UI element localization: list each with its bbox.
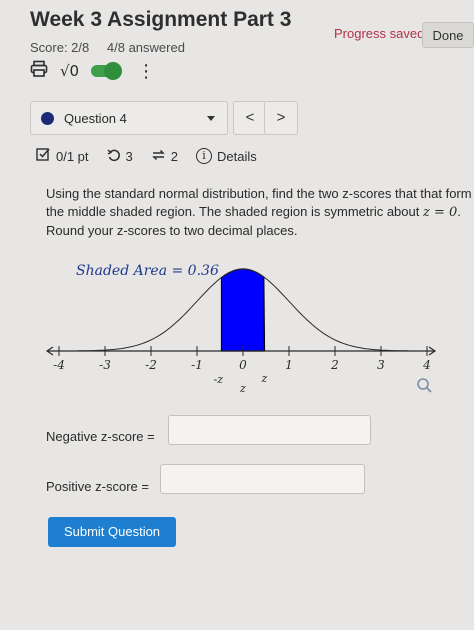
next-question-button[interactable]: > <box>264 101 298 135</box>
print-icon[interactable] <box>30 60 48 83</box>
done-button[interactable]: Done <box>422 22 474 48</box>
question-select[interactable]: Question 4 <box>30 101 228 135</box>
question-select-label: Question 4 <box>64 110 127 126</box>
details-link[interactable]: Details <box>217 149 257 164</box>
tick-labels: -4 -3 -2 -1 0 1 2 3 4 <box>53 358 431 372</box>
neg-z-label: -z <box>213 373 223 386</box>
question-meta: 0/1 pt 3 2 i Details <box>36 147 257 165</box>
math-expression: z = 0 <box>422 205 458 220</box>
tick-label: -4 <box>53 358 65 372</box>
center-z-label: z <box>239 382 246 395</box>
negative-z-input[interactable] <box>168 415 371 445</box>
tick-label: -3 <box>99 358 111 372</box>
info-icon[interactable]: i <box>196 148 212 164</box>
tick-label: -1 <box>191 358 203 372</box>
math-toggle[interactable] <box>91 62 123 80</box>
score-text: Score: 2/8 <box>30 40 90 55</box>
prev-question-button[interactable]: < <box>233 101 267 135</box>
tick-label: 4 <box>422 358 431 372</box>
sqrt-label: √0 <box>60 62 80 80</box>
page-title: Week 3 Assignment Part 3 <box>30 8 292 31</box>
question-status-dot <box>41 111 54 125</box>
tick-label: 0 <box>239 358 247 372</box>
submit-question-button[interactable]: Submit Question <box>48 517 176 547</box>
tick-label: 1 <box>285 358 293 372</box>
tick-label: -2 <box>145 358 157 372</box>
shaded-area-label: Shaded Area = 0.36 <box>76 263 219 279</box>
answered-count: 4/8 answered <box>106 40 185 55</box>
checkbox-edit-icon <box>36 147 51 165</box>
points-text: 0/1 pt <box>56 148 89 164</box>
normal-distribution-graph: -4 -3 -2 -1 0 1 2 3 4 Shaded Area = 0.36 -z z z <box>36 254 474 404</box>
score-line: Score: 2/8 4/8 answered <box>30 40 199 55</box>
shaded-region <box>220 268 266 352</box>
positive-z-input[interactable] <box>160 464 365 494</box>
retries-count: 3 <box>125 148 133 164</box>
zoom-icon[interactable] <box>417 378 432 393</box>
positive-z-label: Positive z-score = <box>46 479 149 494</box>
question-text: Using the standard normal distribution, … <box>46 185 474 240</box>
toolbar: √0 ⋮ <box>30 60 155 82</box>
tick-label: 3 <box>377 358 385 372</box>
attempts-icon <box>151 148 166 165</box>
attempts-count: 2 <box>170 148 178 164</box>
more-icon[interactable]: ⋮ <box>137 61 155 82</box>
tick-label: 2 <box>330 358 339 372</box>
question-text-part1: Using the standard normal distribution, … <box>46 186 472 219</box>
z-label: z <box>261 372 268 385</box>
negative-z-label: Negative z-score = <box>46 429 155 444</box>
progress-status: Progress saved <box>334 26 425 41</box>
chevron-down-icon <box>207 116 215 121</box>
retry-icon <box>107 148 121 165</box>
graph-svg: -4 -3 -2 -1 0 1 2 3 4 Shaded Area = 0.36 -z z z <box>45 263 437 395</box>
